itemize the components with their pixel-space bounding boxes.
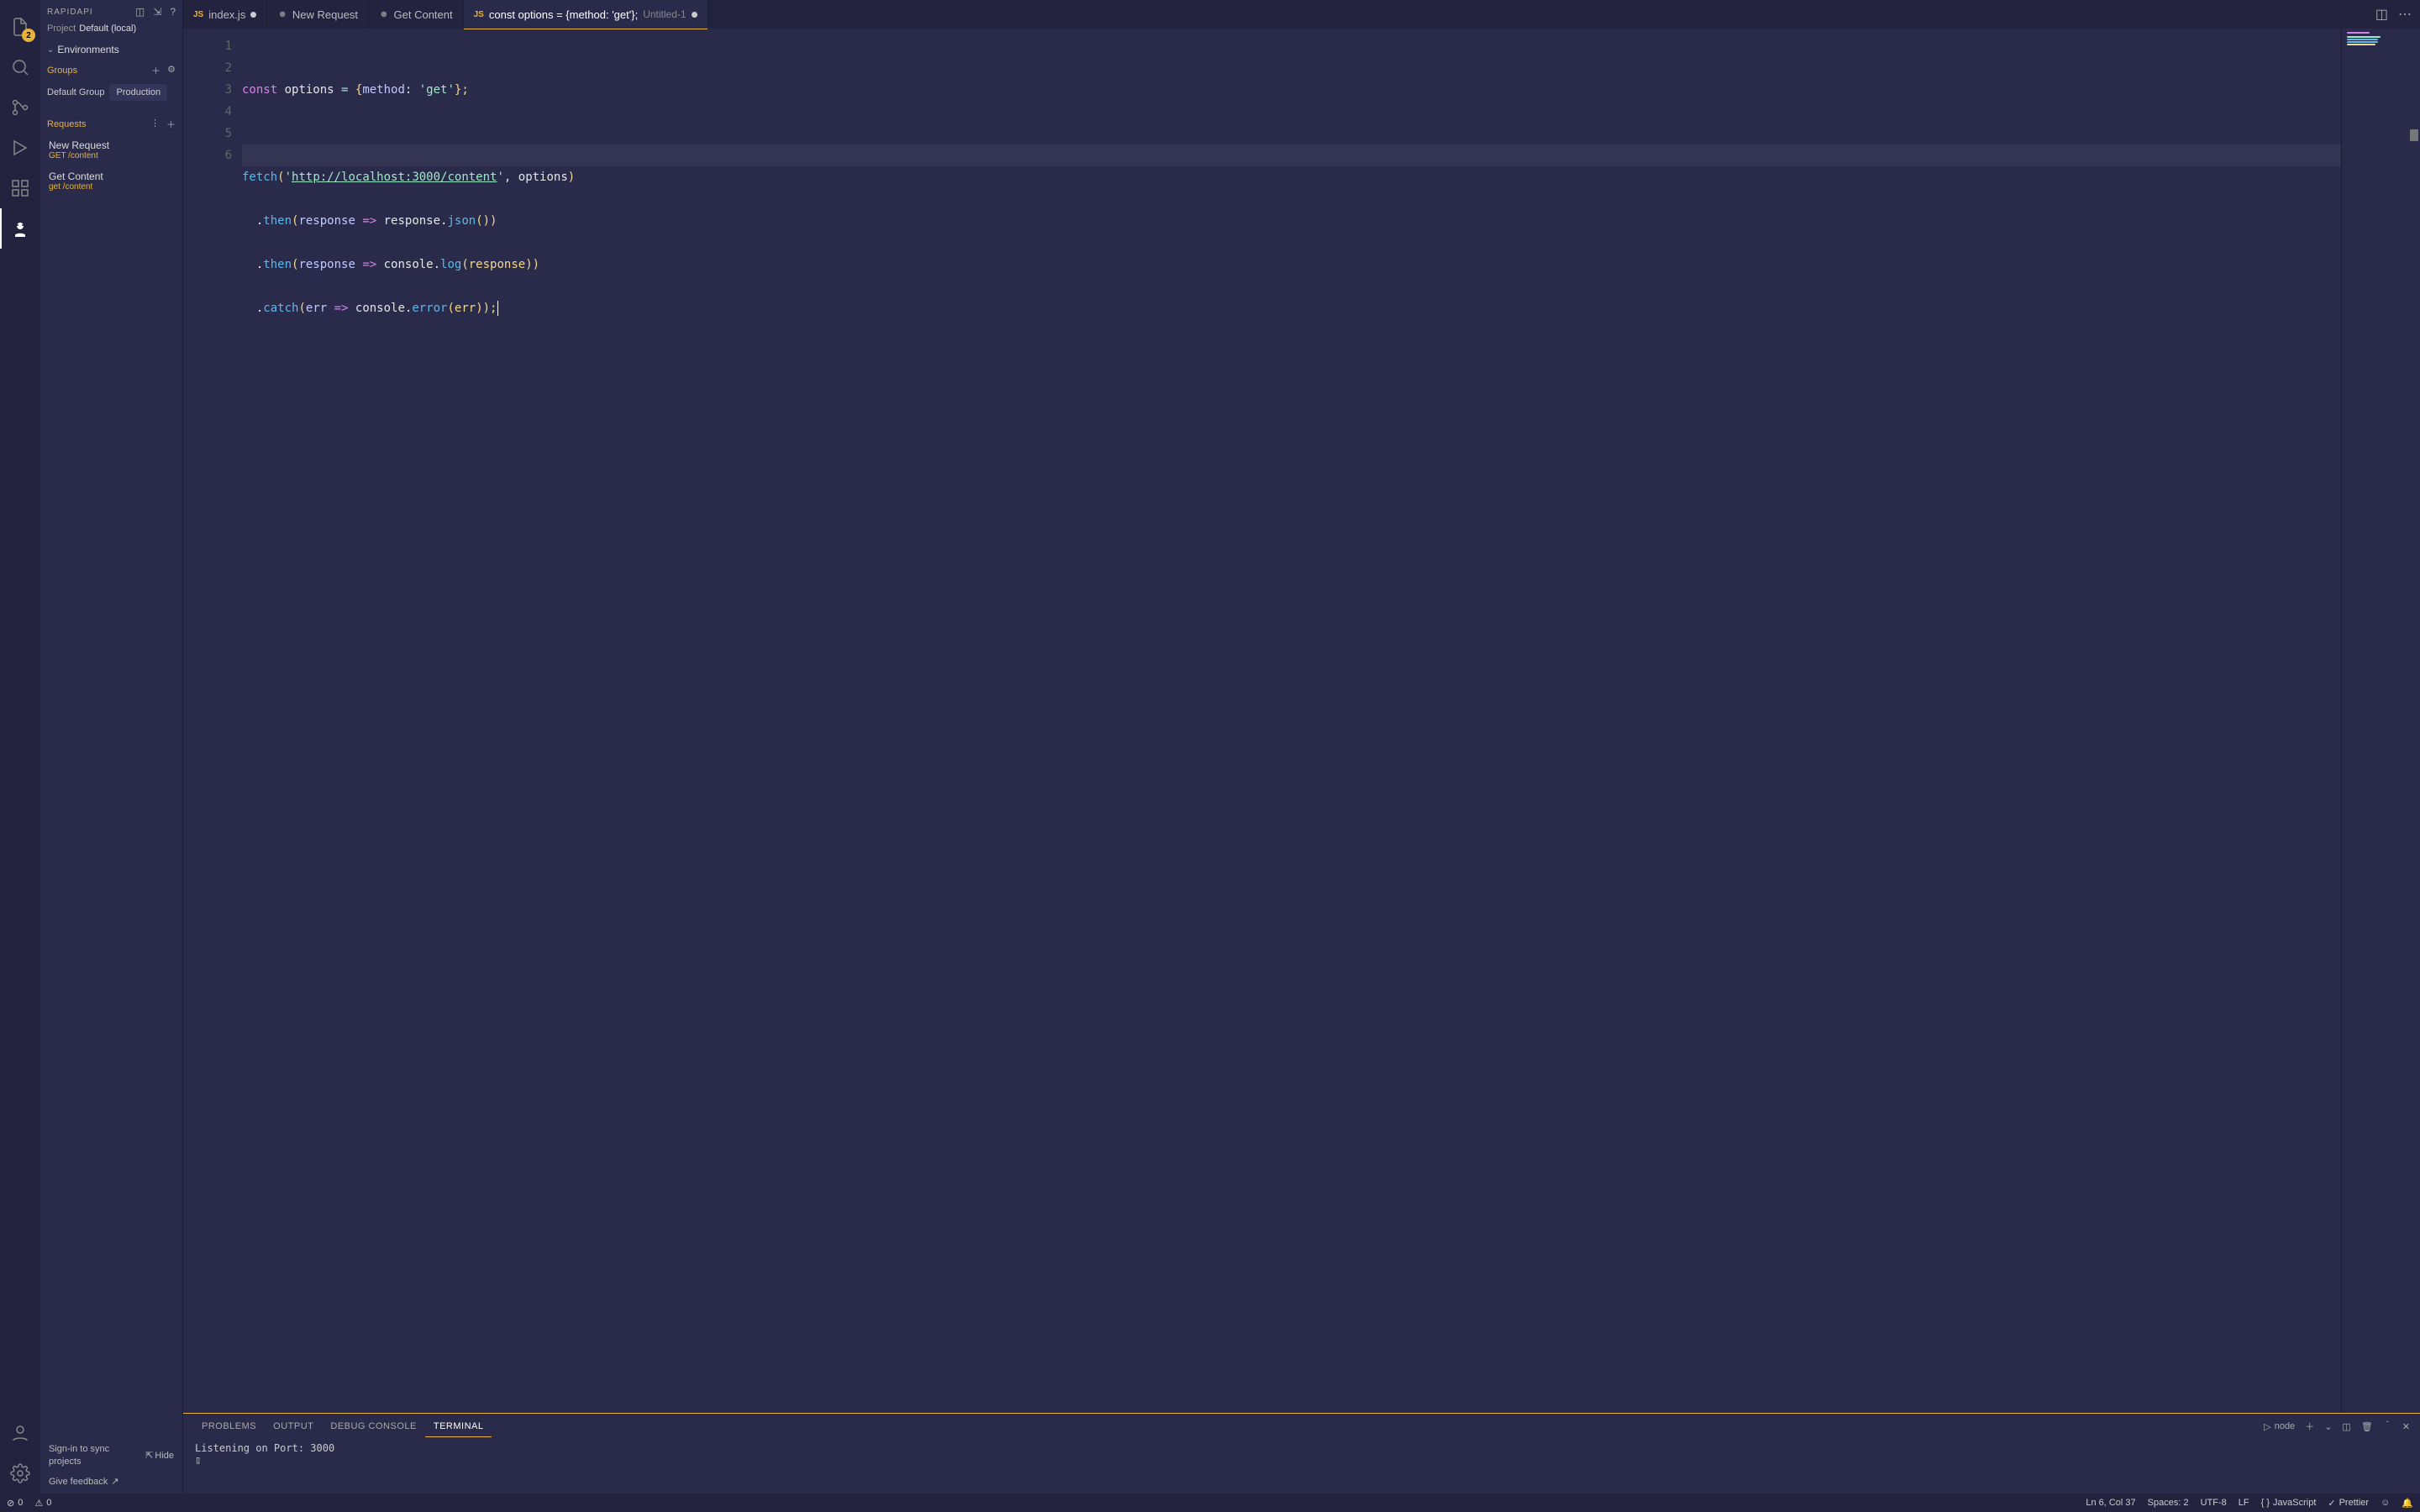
request-item-get-content[interactable]: Get Content get /content xyxy=(40,165,182,197)
code-editor[interactable]: 1 2 3 4 5 6 const options = {method: 'ge… xyxy=(183,29,2341,1413)
panel-tab-terminal[interactable]: TERMINAL xyxy=(425,1416,492,1437)
accounts-icon[interactable] xyxy=(0,1413,40,1453)
project-label: Project xyxy=(47,24,76,34)
tab-new-request[interactable]: ☻ New Request xyxy=(267,0,369,29)
dirty-indicator-icon xyxy=(692,12,697,18)
status-cursor-position[interactable]: Ln 6, Col 37 xyxy=(2086,1498,2135,1508)
line-gutter: 1 2 3 4 5 6 xyxy=(183,29,242,1413)
terminal-dropdown-icon[interactable]: ⌄ xyxy=(2324,1421,2332,1432)
groups-label: Groups xyxy=(47,66,77,76)
sidebar-title: RAPIDAPI xyxy=(47,8,135,17)
sidebar: RAPIDAPI ◫ ⇲ ? Project Default (local) ⌄… xyxy=(40,0,183,1494)
status-bar: ⊘ 0 ⚠ 0 Ln 6, Col 37 Spaces: 2 UTF-8 LF … xyxy=(0,1494,2420,1512)
text-cursor xyxy=(497,301,498,316)
environments-section[interactable]: ⌄ Environments xyxy=(40,39,182,60)
overview-ruler[interactable] xyxy=(2408,29,2420,1413)
error-icon: ⊘ xyxy=(7,1498,14,1509)
settings-icon[interactable]: ⚙ xyxy=(167,64,176,77)
sync-text: Sign-in to sync projects xyxy=(49,1443,129,1467)
requests-more-icon[interactable]: ⋮ xyxy=(150,118,160,131)
requests-label: Requests xyxy=(47,119,86,129)
tab-bar: JS index.js ☻ New Request ☻ Get Content … xyxy=(183,0,2420,29)
terminal-trash-icon[interactable]: 🗑 xyxy=(2361,1421,2373,1432)
hide-icon: ⇱ xyxy=(145,1450,153,1461)
close-panel-icon[interactable]: ✕ xyxy=(2402,1421,2410,1432)
activity-bar: 2 xyxy=(0,0,40,1494)
maximize-panel-icon[interactable]: ＾ xyxy=(2383,1420,2392,1433)
terminal-caret-icon: ▷ xyxy=(2264,1421,2270,1432)
split-editor-icon[interactable]: ◫ xyxy=(2375,6,2388,23)
dirty-indicator-icon xyxy=(250,12,256,18)
minimap[interactable] xyxy=(2341,29,2408,1413)
explorer-icon[interactable]: 2 xyxy=(0,7,40,47)
chevron-down-icon: ⌄ xyxy=(47,45,54,55)
status-errors[interactable]: ⊘ 0 xyxy=(7,1498,23,1509)
status-language[interactable]: { } JavaScript xyxy=(2261,1498,2317,1508)
terminal-add-icon[interactable]: ＋ xyxy=(2305,1420,2314,1433)
tab-get-content[interactable]: ☻ Get Content xyxy=(369,0,464,29)
status-bell-icon[interactable]: 🔔 xyxy=(2402,1498,2413,1509)
project-value[interactable]: Default (local) xyxy=(79,24,136,34)
warning-icon: ⚠ xyxy=(34,1498,43,1509)
group-default[interactable]: Default Group xyxy=(47,87,104,97)
terminal-output[interactable]: Listening on Port: 3000 ▯ xyxy=(183,1439,2420,1494)
status-prettier[interactable]: ✓ Prettier xyxy=(2328,1498,2369,1509)
tab-index-js[interactable]: JS index.js xyxy=(183,0,267,29)
status-eol[interactable]: LF xyxy=(2238,1498,2249,1508)
panel-tab-problems[interactable]: PROBLEMS xyxy=(193,1416,265,1436)
js-file-icon: JS xyxy=(193,10,203,19)
js-file-icon: JS xyxy=(474,10,484,19)
help-icon[interactable]: ? xyxy=(170,6,176,18)
request-icon: ☻ xyxy=(277,9,287,19)
bottom-panel: PROBLEMS OUTPUT DEBUG CONSOLE TERMINAL ▷… xyxy=(183,1413,2420,1494)
settings-gear-icon[interactable] xyxy=(0,1453,40,1494)
request-icon: ☻ xyxy=(379,9,389,19)
search-icon[interactable] xyxy=(0,47,40,87)
hide-button[interactable]: ⇱ Hide xyxy=(145,1450,174,1461)
add-request-icon[interactable]: ＋ xyxy=(166,118,176,131)
external-link-icon: ↗ xyxy=(111,1476,118,1487)
status-warnings[interactable]: ⚠ 0 xyxy=(34,1498,51,1509)
group-production[interactable]: Production xyxy=(109,84,167,101)
source-control-icon[interactable] xyxy=(0,87,40,128)
feedback-link[interactable]: Give feedback ↗ xyxy=(49,1476,174,1487)
extensions-icon[interactable] xyxy=(0,168,40,208)
panel-layout-icon[interactable]: ◫ xyxy=(135,6,145,18)
explorer-badge: 2 xyxy=(22,29,35,42)
add-group-icon[interactable]: ＋ xyxy=(151,64,160,77)
terminal-shell-selector[interactable]: ▷ node xyxy=(2264,1421,2295,1432)
panel-tab-output[interactable]: OUTPUT xyxy=(265,1416,322,1436)
rapidapi-icon[interactable] xyxy=(0,208,40,249)
panel-tab-debug-console[interactable]: DEBUG CONSOLE xyxy=(322,1416,424,1436)
editor-area: JS index.js ☻ New Request ☻ Get Content … xyxy=(183,0,2420,1494)
status-encoding[interactable]: UTF-8 xyxy=(2201,1498,2227,1508)
code-content[interactable]: const options = {method: 'get'}; fetch('… xyxy=(242,29,2341,1413)
check-icon: ✓ xyxy=(2328,1498,2335,1509)
more-actions-icon[interactable]: ⋯ xyxy=(2398,6,2412,23)
status-feedback-icon[interactable]: ☺ xyxy=(2381,1498,2390,1508)
run-debug-icon[interactable] xyxy=(0,128,40,168)
import-icon[interactable]: ⇲ xyxy=(153,6,161,18)
braces-icon: { } xyxy=(2261,1498,2270,1508)
status-indentation[interactable]: Spaces: 2 xyxy=(2148,1498,2189,1508)
request-item-new[interactable]: New Request GET /content xyxy=(40,134,182,165)
terminal-split-icon[interactable]: ◫ xyxy=(2342,1421,2350,1432)
tab-untitled[interactable]: JS const options = {method: 'get'}; Unti… xyxy=(464,0,708,29)
